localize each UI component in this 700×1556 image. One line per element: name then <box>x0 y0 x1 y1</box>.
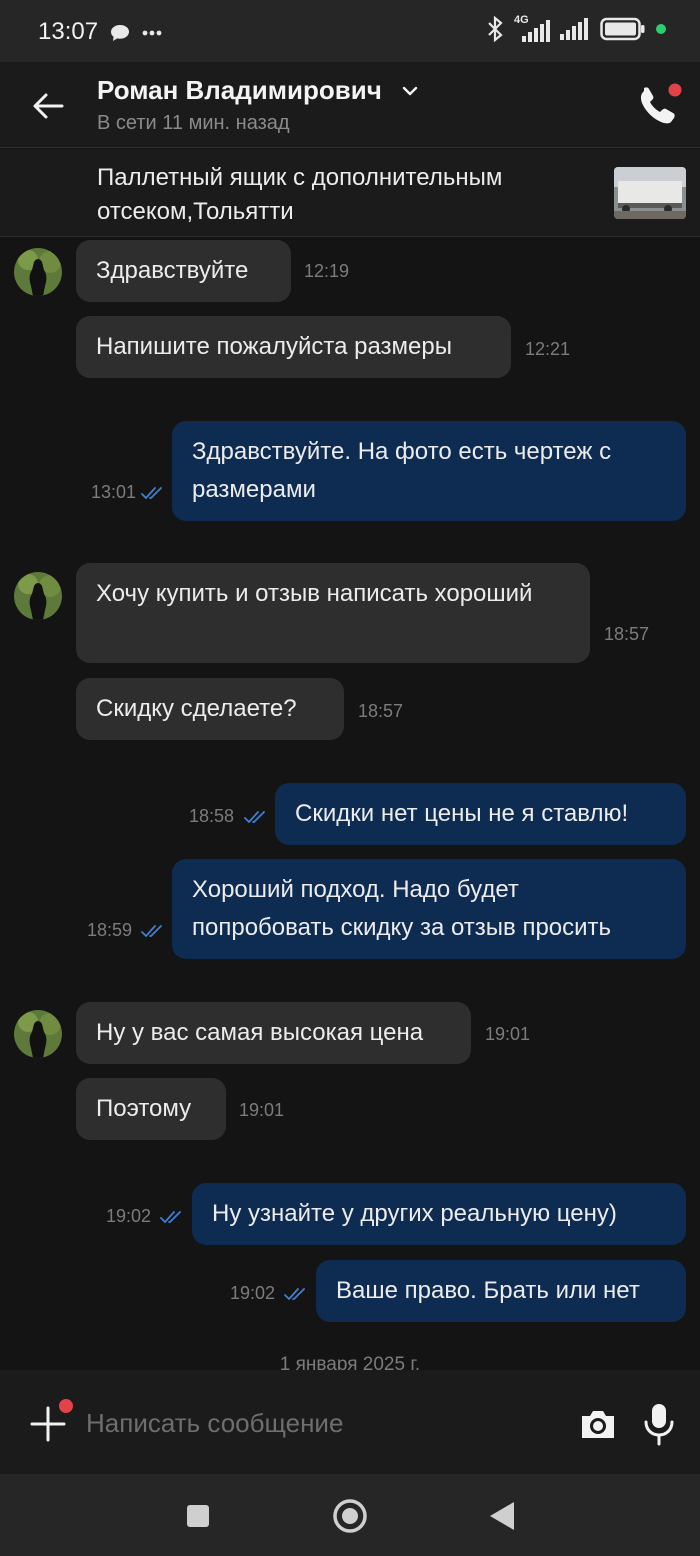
online-indicator-dot <box>656 24 666 34</box>
read-ticks-icon <box>141 925 162 937</box>
message-text: Ваше право. Брать или нет <box>336 1277 640 1304</box>
more-dots-icon <box>142 30 162 36</box>
arrow-left-icon[interactable] <box>26 84 70 128</box>
camera-icon[interactable] <box>578 1404 618 1444</box>
avatar[interactable] <box>14 248 62 296</box>
bluetooth-icon <box>488 16 503 42</box>
chat-header: Роман Владимирович В сети 11 мин. назад <box>0 62 700 148</box>
message-composer <box>0 1370 700 1474</box>
message-time: 18:58 <box>189 806 235 826</box>
listing-banner[interactable]: Паллетный ящик с дополнительным отсеком,… <box>0 149 700 237</box>
signal-bars-icon <box>522 20 550 42</box>
message-bubble-incoming[interactable]: Скидку сделаете? <box>76 678 344 740</box>
read-ticks-icon <box>141 487 162 499</box>
signal-bars-icon-2 <box>560 18 588 40</box>
message-text: Ну узнайте у других реальную цену) <box>212 1200 617 1227</box>
listing-thumbnail <box>614 167 686 219</box>
message-list[interactable]: Здравствуйте 12:19 Напишите пожалуйста р… <box>0 238 700 1370</box>
message-bubble-incoming[interactable]: Хочу купить и отзыв написать хороший <box>76 563 590 663</box>
message-bubble-outgoing[interactable]: Скидки нет цены не я ставлю! <box>275 783 686 845</box>
chat-notification-icon <box>111 25 129 41</box>
system-navigation-bar <box>0 1474 700 1556</box>
message-time: 13:01 <box>91 482 137 502</box>
message-text: Здравствуйте <box>96 257 249 284</box>
read-ticks-icon <box>160 1211 181 1223</box>
message-time: 19:01 <box>485 1024 531 1044</box>
message-time: 12:21 <box>525 339 571 359</box>
message-bubble-outgoing[interactable]: Хороший подход. Надо будет попробовать с… <box>172 859 686 959</box>
message-bubble-incoming[interactable]: Поэтому <box>76 1078 226 1140</box>
battery-icon <box>600 17 645 41</box>
message-bubble-incoming[interactable]: Здравствуйте <box>76 240 291 302</box>
microphone-icon[interactable] <box>640 1402 678 1446</box>
avatar[interactable] <box>14 1010 62 1058</box>
status-bar: 13:07 4G <box>0 0 700 62</box>
message-text: Скидки нет цены не я ставлю! <box>295 800 629 827</box>
message-bubble-outgoing[interactable]: Ваше право. Брать или нет <box>316 1260 686 1322</box>
message-text: Ну у вас самая высокая цена <box>96 1019 424 1046</box>
signal-4g: 4G <box>514 14 550 42</box>
back-triangle-icon[interactable] <box>488 1500 516 1532</box>
message-bubble-outgoing[interactable]: Здравствуйте. На фото есть чертеж с разм… <box>172 421 686 521</box>
message-time: 19:02 <box>230 1283 276 1303</box>
message-bubble-outgoing[interactable]: Ну узнайте у других реальную цену) <box>192 1183 686 1245</box>
message-text: Скидку сделаете? <box>96 695 297 722</box>
message-bubble-incoming[interactable]: Ну у вас самая высокая цена <box>76 1002 471 1064</box>
recent-apps-icon[interactable] <box>186 1504 210 1528</box>
notification-dot <box>56 1396 76 1416</box>
message-bubble-incoming[interactable]: Напишите пожалуйста размеры <box>76 316 511 378</box>
home-icon[interactable] <box>332 1498 368 1534</box>
phone-icon <box>640 80 685 124</box>
message-text: Хочу купить и отзыв написать хороший <box>96 580 533 607</box>
read-ticks-icon <box>284 1288 305 1300</box>
read-ticks-icon <box>244 811 265 823</box>
message-time: 19:02 <box>106 1206 152 1226</box>
message-time: 18:57 <box>358 701 404 721</box>
message-input[interactable] <box>86 1400 546 1446</box>
date-separator: 1 января 2025 г. <box>279 1354 421 1370</box>
message-text: Здравствуйте. На фото есть чертеж с разм… <box>192 438 612 503</box>
message-time: 18:57 <box>604 624 650 644</box>
call-button[interactable] <box>630 76 686 132</box>
status-time: 13:07 <box>38 18 99 45</box>
message-time: 19:01 <box>239 1100 285 1120</box>
message-text: Поэтому <box>96 1095 192 1122</box>
listing-title: Паллетный ящик с дополнительным отсеком,… <box>97 164 503 225</box>
message-text: Напишите пожалуйста размеры <box>96 333 452 360</box>
message-time: 18:59 <box>87 920 133 940</box>
message-time: 12:19 <box>304 261 350 281</box>
contact-presence: В сети 11 мин. назад <box>97 112 290 134</box>
contact-name[interactable]: Роман Владимирович <box>97 75 382 106</box>
avatar[interactable] <box>14 572 62 620</box>
chevron-down-icon[interactable] <box>401 82 419 100</box>
message-text: Хороший подход. Надо будет попробовать с… <box>192 876 612 941</box>
